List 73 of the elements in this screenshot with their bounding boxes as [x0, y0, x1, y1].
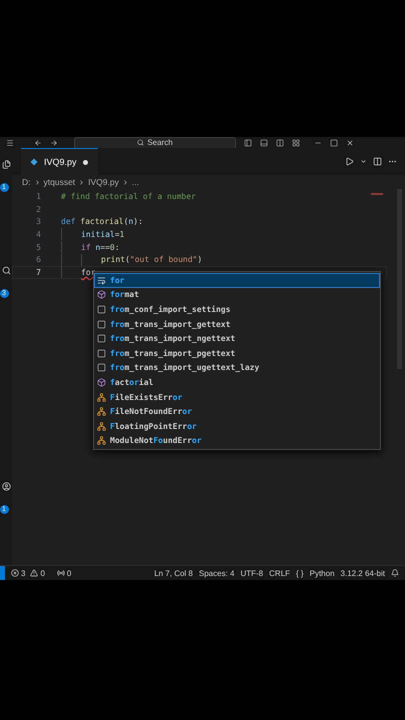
split-layout-icon[interactable] [276, 138, 284, 146]
code-line: print("out of bound") [101, 255, 202, 264]
split-editor-icon[interactable] [373, 157, 382, 166]
status-item[interactable]: Spaces: 4 [198, 568, 234, 578]
forward-icon[interactable] [50, 138, 58, 146]
line-number: 7 [35, 268, 41, 277]
code-line: for [81, 268, 96, 277]
menu-icon[interactable] [6, 138, 14, 146]
breadcrumb-item[interactable]: ytqusset [44, 177, 76, 187]
language-mode[interactable]: Python [310, 568, 335, 578]
python-icon [30, 158, 38, 166]
chevron-icon [34, 178, 40, 186]
suggestion-item[interactable]: FileNotFoundError [94, 404, 380, 419]
search-field[interactable]: Search [74, 137, 236, 148]
suggestion-item[interactable]: factorial [94, 375, 380, 390]
suggestion-item[interactable]: for [94, 273, 380, 288]
chevron-icon [122, 178, 129, 186]
file-tab[interactable]: IVQ9.py [21, 148, 98, 175]
class-icon [97, 422, 106, 431]
suggestion-item[interactable]: from_trans_import_ugettext_lazy [94, 360, 380, 376]
cube-icon [97, 290, 106, 300]
keyword-icon [97, 276, 106, 285]
problems-indicator[interactable]: 3 0 [11, 568, 45, 578]
interpreter-version[interactable]: 3.12.2 64-bit [340, 568, 385, 578]
suggestion-item[interactable]: from_trans_import_ngettext [94, 331, 380, 346]
search-icon[interactable] [2, 266, 10, 275]
suggestion-item[interactable]: FloatingPointError [94, 418, 380, 434]
square-icon [97, 363, 106, 372]
suggestion-item[interactable]: format [94, 288, 380, 302]
status-item[interactable]: UTF-8 [240, 568, 264, 578]
class-icon [97, 436, 106, 446]
status-item[interactable]: CRLF [269, 568, 290, 578]
breadcrumb-item[interactable]: D: [22, 177, 30, 187]
line-number: 3 [35, 217, 41, 226]
square-icon [97, 348, 106, 358]
sidebar-toggle-icon[interactable] [244, 138, 252, 146]
suggestion-item[interactable]: FileExistsError [94, 390, 380, 404]
files-icon[interactable] [2, 160, 10, 169]
panel-toggle-icon[interactable] [260, 138, 268, 146]
run-icon[interactable] [345, 157, 354, 166]
code-line: def factorial(n): [61, 217, 143, 226]
line-number: 1 [35, 192, 41, 201]
breadcrumb-item[interactable]: ... [132, 177, 139, 187]
code-line: initial=1 [81, 230, 124, 239]
code-line: if n==0: [81, 242, 120, 252]
suggestion-item[interactable]: from_trans_import_pgettext [94, 346, 380, 361]
maximize-icon[interactable] [330, 138, 338, 146]
caret-icon[interactable] [360, 158, 367, 165]
status-item[interactable]: Ln 7, Col 8 [154, 568, 193, 578]
back-icon[interactable] [34, 138, 42, 146]
class-icon [97, 407, 106, 416]
bell-icon[interactable] [391, 569, 399, 577]
square-icon [97, 320, 106, 329]
line-number: 2 [35, 204, 41, 214]
layout-icon[interactable] [292, 138, 300, 146]
suggestion-item[interactable]: ModuleNotFoundError [94, 434, 380, 448]
suggestion-item[interactable]: from_trans_import_gettext [94, 316, 380, 332]
chevron-icon [78, 178, 86, 186]
square-icon [97, 304, 106, 314]
square-icon [97, 334, 106, 344]
line-number: 4 [35, 230, 41, 239]
account-icon[interactable] [2, 482, 10, 491]
braces-icon: { } [296, 568, 304, 578]
breadcrumb-item[interactable]: IVQ9.py [88, 177, 119, 187]
code-line: # find factorial of a number [61, 192, 196, 201]
class-icon [97, 392, 106, 402]
cube-icon [97, 378, 106, 387]
line-number: 6 [35, 255, 41, 264]
line-number: 5 [35, 242, 41, 252]
ports-indicator[interactable]: 0 [56, 568, 72, 578]
close-icon[interactable] [346, 138, 354, 146]
suggestion-item[interactable]: from_conf_import_settings [94, 302, 380, 317]
search-icon [137, 139, 144, 146]
